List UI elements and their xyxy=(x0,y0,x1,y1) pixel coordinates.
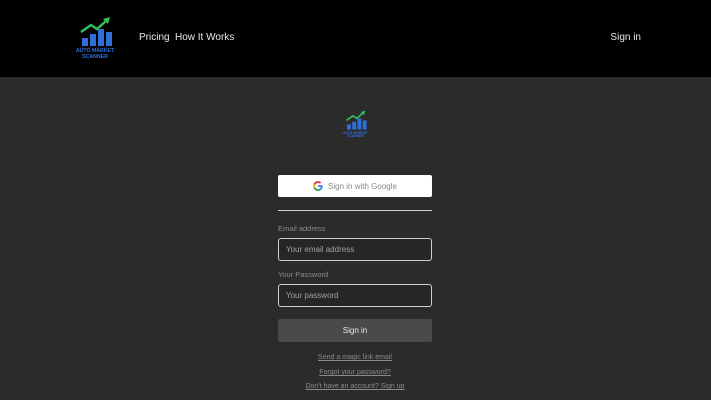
brand-logo-center: AUTO MARKET SCANNER xyxy=(341,110,370,140)
sign-up-link[interactable]: Don't have an account? Sign up xyxy=(278,383,432,390)
nav-sign-in-link[interactable]: Sign in xyxy=(610,31,641,45)
email-field[interactable] xyxy=(278,238,432,261)
google-icon xyxy=(313,181,323,191)
sign-in-button[interactable]: Sign in xyxy=(278,319,432,342)
password-label: Your Password xyxy=(278,270,329,279)
sign-in-with-google-button[interactable]: Sign in with Google xyxy=(278,175,432,197)
brand-name-line2: SCANNER xyxy=(82,53,108,60)
forgot-password-link[interactable]: Forgot your password? xyxy=(278,369,432,376)
top-navigation-bar: AUTO MARKET SCANNER Pricing How It Works… xyxy=(0,0,711,77)
password-field[interactable] xyxy=(278,284,432,307)
nav-link-how-it-works[interactable]: How It Works xyxy=(175,31,234,45)
brand-logo[interactable]: AUTO MARKET SCANNER xyxy=(73,16,117,62)
nav-link-pricing[interactable]: Pricing xyxy=(139,31,170,45)
brand-name-line2: SCANNER xyxy=(347,134,364,138)
google-button-label: Sign in with Google xyxy=(328,181,397,191)
email-label: Email address xyxy=(278,224,326,233)
divider xyxy=(278,210,432,211)
magic-link-email-link[interactable]: Send a magic link email xyxy=(278,354,432,361)
